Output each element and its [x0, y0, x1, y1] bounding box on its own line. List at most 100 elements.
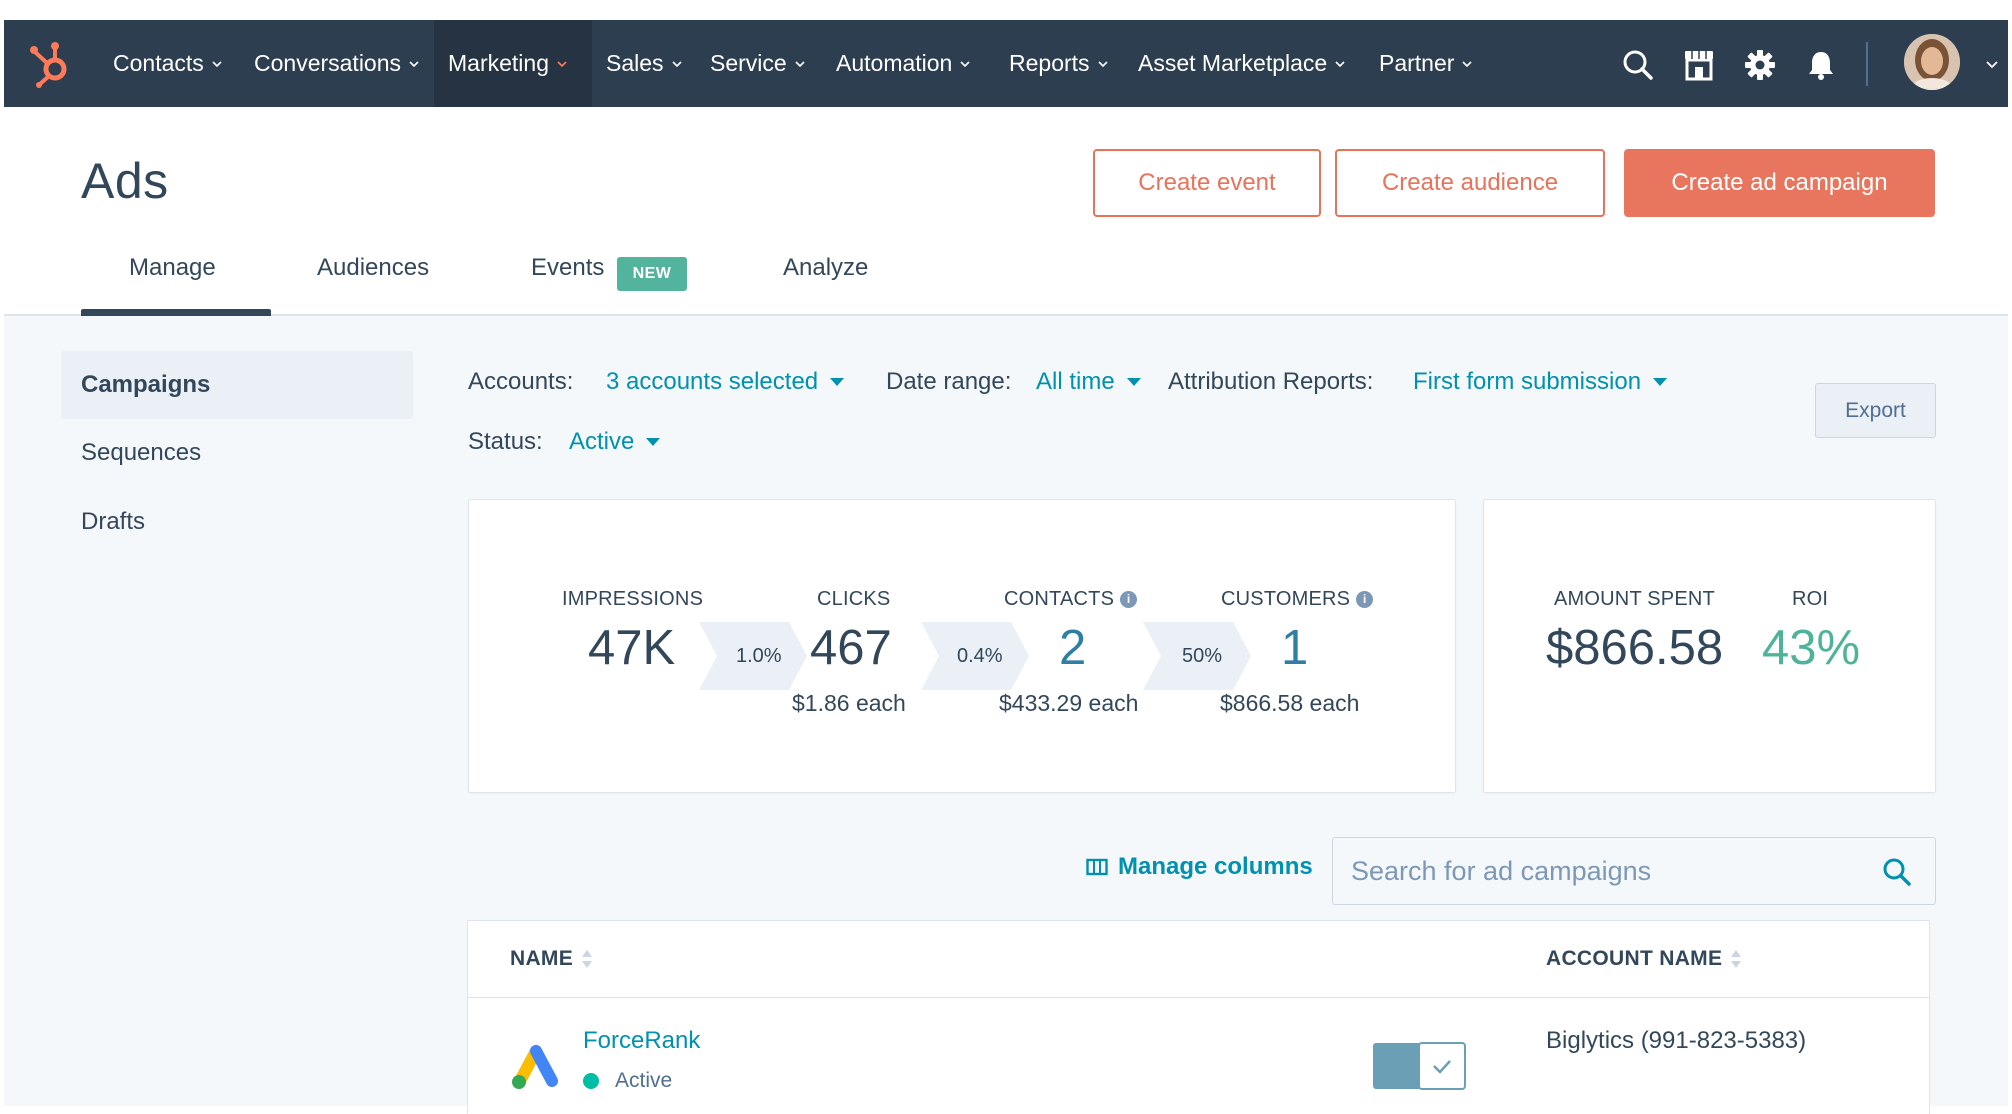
column-header-account-label: ACCOUNT NAME	[1546, 947, 1723, 970]
nav-reports-label: Reports	[1009, 50, 1090, 76]
bell-icon[interactable]	[1804, 48, 1838, 82]
chevron-down-icon	[557, 60, 567, 67]
clicks-label: CLICKS	[817, 588, 891, 610]
accounts-filter-dropdown[interactable]: 3 accounts selected	[606, 368, 845, 396]
nav-marketing-label: Marketing	[448, 50, 549, 76]
spend-summary-card: AMOUNT SPENT $866.58 ROI 43%	[1483, 499, 1936, 793]
customers-label-text: CUSTOMERS	[1221, 588, 1351, 610]
column-header-name[interactable]: NAME	[510, 947, 593, 971]
info-icon[interactable]: i	[1356, 591, 1374, 609]
date-range-label: Date range:	[886, 368, 1012, 395]
sidebar-item-drafts[interactable]: Drafts	[61, 488, 413, 556]
nav-conversations[interactable]: Conversations	[240, 20, 435, 107]
nav-divider	[1866, 42, 1868, 86]
search-icon[interactable]	[1621, 48, 1655, 82]
campaign-search-input[interactable]	[1351, 838, 1871, 904]
impressions-value: 47K	[588, 621, 676, 675]
nav-marketing[interactable]: Marketing	[434, 20, 592, 107]
info-icon[interactable]: i	[1120, 591, 1138, 609]
chevron-down-icon	[671, 60, 682, 67]
chevron-down-icon	[1335, 60, 1345, 67]
status-filter-dropdown[interactable]: Active	[569, 428, 661, 456]
amount-spent-label: AMOUNT SPENT	[1554, 588, 1715, 610]
attribution-reports-label: Attribution Reports:	[1168, 368, 1374, 395]
roi-label: ROI	[1792, 588, 1829, 610]
tab-analyze[interactable]: Analyze	[783, 254, 868, 282]
contacts-value: 2	[1059, 621, 1087, 675]
attribution-reports-value: First form submission	[1413, 368, 1642, 395]
customers-label: CUSTOMERS i	[1221, 588, 1374, 611]
tab-events[interactable]: Events	[531, 254, 604, 282]
caret-down-icon	[830, 378, 845, 386]
clicks-value: 467	[810, 621, 892, 675]
create-audience-button[interactable]: Create audience	[1335, 149, 1605, 217]
nav-contacts[interactable]: Contacts	[99, 20, 238, 107]
nav-automation[interactable]: Automation	[822, 20, 986, 107]
hubspot-logo-icon[interactable]	[28, 38, 74, 88]
tab-manage[interactable]: Manage	[129, 254, 216, 282]
tab-audiences[interactable]: Audiences	[317, 254, 429, 282]
nav-partner[interactable]: Partner	[1365, 20, 1488, 107]
create-event-button[interactable]: Create event	[1093, 149, 1321, 217]
campaign-enabled-toggle[interactable]	[1373, 1042, 1466, 1090]
chevron-down-icon	[795, 60, 805, 67]
sort-icon[interactable]	[1730, 948, 1742, 970]
date-range-dropdown[interactable]: All time	[1036, 368, 1141, 396]
caret-down-icon	[646, 438, 661, 446]
checkmark-icon	[1433, 1060, 1451, 1074]
contacts-label-text: CONTACTS	[1004, 588, 1115, 610]
table-header-divider	[468, 997, 1929, 998]
chevron-down-icon	[1097, 60, 1108, 67]
google-ads-icon	[512, 1045, 558, 1089]
click-rate: 1.0%	[736, 645, 782, 667]
manage-columns-button[interactable]: Manage columns	[1086, 853, 1313, 881]
impressions-label: IMPRESSIONS	[562, 588, 704, 610]
nav-automation-label: Automation	[836, 50, 953, 76]
nav-service[interactable]: Service	[696, 20, 821, 107]
top-navigation-bar: Contacts Conversations Marketing Sales S…	[4, 20, 2008, 107]
nav-asset-marketplace[interactable]: Asset Marketplace	[1124, 20, 1361, 107]
sort-icon[interactable]	[581, 948, 593, 970]
nav-contacts-label: Contacts	[113, 50, 204, 76]
attribution-reports-dropdown[interactable]: First form submission	[1413, 368, 1668, 396]
search-icon[interactable]	[1881, 856, 1913, 888]
create-ad-campaign-button[interactable]: Create ad campaign	[1624, 149, 1935, 217]
page-title: Ads	[81, 153, 169, 209]
sidebar-item-campaigns[interactable]: Campaigns	[61, 351, 413, 419]
campaigns-table: NAME ACCOUNT NAME ForceRank Active Bigly…	[467, 920, 1930, 1114]
campaign-status: Active	[583, 1069, 672, 1093]
sidebar-item-sequences[interactable]: Sequences	[61, 419, 413, 487]
status-filter-value: Active	[569, 428, 635, 455]
amount-spent-value: $866.58	[1546, 621, 1724, 675]
toggle-knob	[1418, 1042, 1466, 1090]
user-avatar[interactable]	[1904, 34, 1960, 90]
nav-sales[interactable]: Sales	[592, 20, 698, 107]
chevron-down-icon	[409, 60, 419, 67]
contacts-label: CONTACTS i	[1004, 588, 1138, 611]
nav-sales-label: Sales	[606, 50, 664, 76]
chevron-down-icon	[1462, 60, 1473, 67]
marketplace-icon[interactable]	[1682, 48, 1716, 82]
caret-down-icon	[1653, 378, 1668, 386]
manage-columns-label: Manage columns	[1118, 853, 1313, 880]
caret-down-icon	[1126, 378, 1141, 386]
nav-conversations-label: Conversations	[254, 50, 402, 76]
nav-asset-marketplace-label: Asset Marketplace	[1138, 50, 1328, 76]
new-badge: NEW	[617, 257, 687, 291]
export-button[interactable]: Export	[1815, 383, 1936, 438]
account-name-cell: Biglytics (991-823-5383)	[1546, 1027, 1807, 1054]
column-header-account-name[interactable]: ACCOUNT NAME	[1546, 947, 1742, 971]
status-dot-icon	[583, 1073, 599, 1089]
avatar-photo-icon	[1904, 34, 1960, 90]
nav-reports[interactable]: Reports	[995, 20, 1124, 107]
campaign-status-label: Active	[615, 1069, 673, 1092]
column-header-name-label: NAME	[510, 947, 574, 970]
chevron-down-icon[interactable]	[1984, 56, 2000, 72]
funnel-summary-card: IMPRESSIONS 47K 1.0% CLICKS 467 $1.86 ea…	[468, 499, 1456, 793]
cost-per-customer: $866.58 each	[1220, 690, 1360, 716]
roi-value: 43%	[1762, 621, 1861, 675]
nav-service-label: Service	[710, 50, 787, 76]
accounts-filter-value: 3 accounts selected	[606, 368, 819, 395]
campaign-name-link[interactable]: ForceRank	[583, 1027, 700, 1055]
gear-icon[interactable]	[1743, 48, 1777, 82]
